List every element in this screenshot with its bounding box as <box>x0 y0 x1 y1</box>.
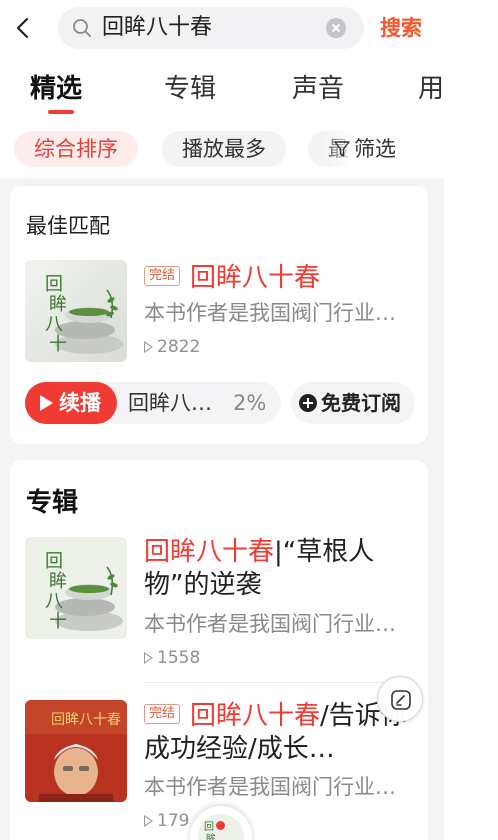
best-match-name: 回眸八十春 <box>190 263 321 293</box>
best-match-title: 最佳匹配 <box>26 214 110 238</box>
search-icon <box>73 19 91 37</box>
active-tab-indicator <box>48 110 74 114</box>
best-match-title-line[interactable]: 完结 回眸八十春 <box>144 262 416 295</box>
subscribe-button[interactable]: 免费订阅 <box>291 382 415 424</box>
best-match-cover[interactable]: 回 眸 八 十 <box>25 260 127 362</box>
tab-users[interactable]: 用 <box>418 72 444 106</box>
album-description: 本书作者是我国阀门行业的开拓者 <box>144 612 414 636</box>
divider <box>144 682 416 683</box>
play-count: 2822 <box>157 337 201 357</box>
svg-text:眸: 眸 <box>49 294 67 315</box>
album-title-highlight: 回眸八十春 <box>144 537 275 567</box>
finished-badge: 完结 <box>144 703 181 724</box>
best-match-plays: 2822 <box>144 336 200 358</box>
plus-icon <box>299 394 317 412</box>
playing-indicator <box>216 821 225 830</box>
play-count-icon <box>144 341 153 353</box>
album-plays: 179 <box>144 810 189 832</box>
play-count: 179 <box>157 811 190 831</box>
play-count: 1558 <box>157 648 201 668</box>
filter-button[interactable]: 筛选 <box>334 135 396 163</box>
result-tabs: 精选 专辑 声音 用 <box>0 60 444 122</box>
continue-play-label: 续播 <box>59 391 101 415</box>
back-arrow-icon <box>16 17 29 39</box>
play-icon <box>40 395 53 411</box>
album-plays: 1558 <box>144 647 200 669</box>
svg-text:十: 十 <box>49 611 67 632</box>
svg-text:回眸八十春: 回眸八十春 <box>51 711 121 728</box>
continue-play-button[interactable]: 续播 <box>25 382 117 424</box>
svg-text:眸: 眸 <box>206 832 216 840</box>
album-title[interactable]: 完结 回眸八十春/告诉你成功经验/成长… <box>144 700 416 766</box>
svg-text:八: 八 <box>45 591 63 612</box>
back-button[interactable] <box>10 14 38 42</box>
tab-featured[interactable]: 精选 <box>30 72 82 106</box>
continue-play-row[interactable]: 续播 回眸八… 2% <box>25 382 281 424</box>
subscribe-label: 免费订阅 <box>321 391 401 415</box>
floating-note-button[interactable] <box>377 676 423 722</box>
book-cover-image: 回 眸 八 十 <box>25 537 127 639</box>
albums-card: 专辑 回 眸 八 十 回眸八十春|“草根人物”的逆袭 本书作者是我国阀门行业的开… <box>10 460 428 840</box>
best-match-description: 本书作者是我国阀门行业的开拓者 <box>144 301 414 325</box>
filter-funnel-icon <box>334 141 350 157</box>
svg-text:回: 回 <box>204 821 214 833</box>
album-cover[interactable]: 回 眸 八 十 <box>25 537 127 639</box>
search-input[interactable]: 回眸八十春 <box>58 7 364 49</box>
album-description: 本书作者是我国阀门行业的开拓者 <box>144 775 414 799</box>
svg-text:眸: 眸 <box>49 571 67 592</box>
filter-label: 筛选 <box>354 137 396 161</box>
book-cover-image: 回 眸 八 十 <box>25 260 127 362</box>
sort-chip-most-played[interactable]: 播放最多 <box>162 131 286 167</box>
svg-text:回: 回 <box>45 274 63 295</box>
search-bar: 回眸八十春 搜索 <box>0 0 444 60</box>
search-results-screen: 回眸八十春 搜索 精选 专辑 声音 用 综合排序 播放最多 最 筛选 最佳匹配 <box>0 0 444 840</box>
svg-text:十: 十 <box>49 334 67 355</box>
album-title-highlight: 回眸八十春 <box>190 701 321 731</box>
book-cover-image: 回眸八十春 <box>25 700 127 802</box>
tab-albums[interactable]: 专辑 <box>164 72 216 106</box>
continue-progress: 2% <box>233 391 267 415</box>
album-cover[interactable]: 回眸八十春 <box>25 700 127 802</box>
filter-bar: 综合排序 播放最多 最 筛选 <box>0 122 444 178</box>
svg-text:回: 回 <box>45 551 63 572</box>
search-query-text: 回眸八十春 <box>102 15 213 40</box>
best-match-card: 最佳匹配 回 眸 八 十 完结 回眸八十春 本书作者是我国阀门行业的开 2822… <box>10 186 428 444</box>
tab-sounds[interactable]: 声音 <box>292 72 344 106</box>
album-title[interactable]: 回眸八十春|“草根人物”的逆袭 <box>144 536 416 602</box>
edit-note-icon <box>391 690 411 710</box>
search-button[interactable]: 搜索 <box>380 14 422 42</box>
svg-text:八: 八 <box>45 314 63 335</box>
finished-badge: 完结 <box>144 265 181 286</box>
play-count-icon <box>144 815 153 827</box>
continue-track-title: 回眸八… <box>128 391 212 415</box>
sort-chip-comprehensive[interactable]: 综合排序 <box>14 131 138 167</box>
play-count-icon <box>144 652 153 664</box>
clear-icon[interactable] <box>326 18 346 38</box>
albums-section-title: 专辑 <box>26 488 79 518</box>
